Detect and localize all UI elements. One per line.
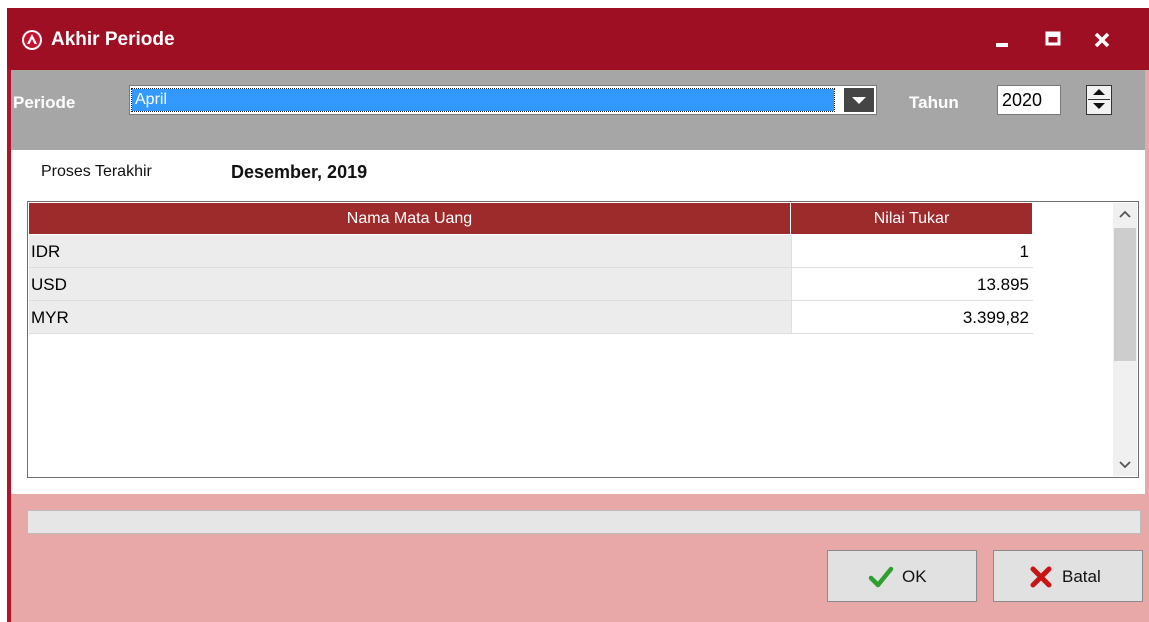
cross-icon bbox=[1030, 566, 1052, 588]
vertical-scrollbar[interactable] bbox=[1113, 203, 1137, 476]
close-icon[interactable] bbox=[1089, 28, 1115, 52]
app-logo-icon bbox=[22, 30, 42, 50]
table-row[interactable]: MYR 3.399,82 bbox=[29, 301, 1033, 334]
title-bar[interactable]: Akhir Periode bbox=[7, 8, 1149, 70]
spin-down-icon[interactable] bbox=[1088, 100, 1110, 113]
filter-toolbar: Periode April Tahun 2020 bbox=[11, 70, 1145, 150]
cell-currency-name[interactable]: USD bbox=[29, 268, 791, 301]
minimize-icon[interactable] bbox=[989, 28, 1015, 52]
maximize-icon[interactable] bbox=[1040, 28, 1066, 52]
exchange-rate-grid[interactable]: Nama Mata Uang Nilai Tukar IDR 1 USD 13.… bbox=[27, 201, 1139, 478]
bottom-panel: OK Batal bbox=[11, 494, 1145, 622]
column-header-nilai-tukar[interactable]: Nilai Tukar bbox=[791, 203, 1033, 235]
window-border-right bbox=[1145, 70, 1149, 622]
batal-button-label: Batal bbox=[1062, 567, 1101, 586]
cell-exchange-rate[interactable]: 1 bbox=[791, 235, 1033, 268]
grid-header: Nama Mata Uang Nilai Tukar bbox=[29, 203, 1033, 235]
checkmark-icon bbox=[868, 566, 894, 588]
cell-currency-name[interactable]: MYR bbox=[29, 301, 791, 334]
scrollbar-thumb[interactable] bbox=[1114, 228, 1136, 361]
cell-currency-name[interactable]: IDR bbox=[29, 235, 791, 268]
ok-button[interactable]: OK bbox=[827, 550, 977, 602]
ok-button-label: OK bbox=[902, 567, 927, 586]
tahun-label: Tahun bbox=[909, 93, 959, 112]
tahun-spinner[interactable] bbox=[1086, 85, 1112, 115]
progress-bar bbox=[27, 510, 1141, 534]
cell-exchange-rate[interactable]: 13.895 bbox=[791, 268, 1033, 301]
table-row[interactable]: USD 13.895 bbox=[29, 268, 1033, 301]
table-row[interactable]: IDR 1 bbox=[29, 235, 1033, 268]
batal-button[interactable]: Batal bbox=[993, 550, 1143, 602]
window-title: Akhir Periode bbox=[51, 29, 175, 50]
proses-terakhir-label: Proses Terakhir bbox=[41, 163, 152, 180]
akhir-periode-window: Akhir Periode Periode April Tahun 2020 P… bbox=[7, 8, 1149, 622]
scroll-up-icon[interactable] bbox=[1113, 203, 1137, 227]
periode-label: Periode bbox=[13, 93, 76, 112]
cell-exchange-rate[interactable]: 3.399,82 bbox=[791, 301, 1033, 334]
periode-select[interactable]: April bbox=[129, 85, 877, 115]
proses-terakhir-value: Desember, 2019 bbox=[231, 162, 368, 182]
periode-select-value[interactable]: April bbox=[131, 88, 835, 112]
chevron-down-icon[interactable] bbox=[844, 88, 874, 112]
column-header-nama-mata-uang[interactable]: Nama Mata Uang bbox=[29, 203, 791, 235]
scroll-down-icon[interactable] bbox=[1113, 452, 1137, 476]
spin-up-icon[interactable] bbox=[1088, 86, 1110, 100]
tahun-input[interactable]: 2020 bbox=[997, 85, 1061, 115]
